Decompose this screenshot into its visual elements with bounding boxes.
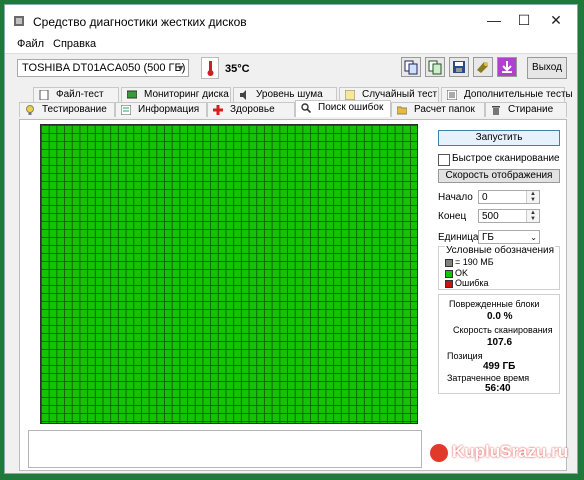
start-label: Начало	[438, 192, 473, 203]
display-speed-button[interactable]: Скорость отображения	[438, 169, 560, 183]
legend-title: Условные обозначения	[445, 245, 556, 256]
tab-testing[interactable]: Тестирование	[19, 102, 115, 117]
file-icon	[39, 90, 49, 100]
menu-file[interactable]: Файл	[17, 38, 44, 50]
copy-all-icon[interactable]	[425, 57, 445, 77]
tab-error-scan[interactable]: Поиск ошибок	[295, 100, 391, 117]
legend-box: Условные обозначения = 190 МБ OK Ошибка	[438, 245, 560, 290]
unit-label: Единица	[438, 232, 479, 243]
drive-select[interactable]: TOSHIBA DT01ACA050 (500 ГБ) ▼	[17, 59, 189, 77]
exit-button[interactable]: Выход	[527, 57, 567, 79]
chevron-down-icon: ▼	[176, 63, 185, 73]
watermark-logo-icon	[430, 443, 448, 462]
download-icon[interactable]	[497, 57, 517, 77]
thermometer-icon	[201, 57, 219, 79]
block-swatch	[445, 258, 453, 267]
temperature-value: 35°C	[225, 63, 250, 75]
drive-select-value: TOSHIBA DT01ACA050 (500 ГБ)	[22, 62, 186, 74]
tab-file-test[interactable]: Файл-тест	[33, 87, 119, 102]
tab-disk-monitoring[interactable]: Мониторинг диска	[121, 87, 231, 102]
maximize-button[interactable]: ☐	[509, 7, 539, 33]
speaker-icon	[240, 90, 246, 100]
spin-arrows-icon[interactable]: ▲ ▼	[526, 210, 539, 222]
app-icon	[14, 16, 24, 26]
start-button[interactable]: Запустить	[438, 130, 560, 146]
menu-help[interactable]: Справка	[53, 38, 96, 50]
position-label: Позиция	[447, 351, 483, 361]
tab-folder-calc[interactable]: Расчет папок	[391, 102, 485, 117]
legend-error: Ошибка	[445, 278, 489, 288]
tab-erase[interactable]: Стирание	[485, 102, 567, 117]
trash-icon	[492, 106, 500, 115]
unit-select[interactable]: ГБ ⌄	[478, 230, 540, 244]
tests-icon	[447, 90, 457, 100]
log-box[interactable]	[28, 430, 422, 468]
scan-speed-label: Скорость сканирования	[453, 325, 553, 335]
folder-icon	[397, 106, 407, 115]
surface-scan-grid	[40, 124, 418, 424]
toolbar: TOSHIBA DT01ACA050 (500 ГБ) ▼ 35°C Выход	[5, 53, 577, 85]
legend-block-size: = 190 МБ	[445, 257, 494, 267]
random-icon	[345, 90, 355, 100]
tab-health[interactable]: Здоровье	[207, 102, 295, 117]
tab-extra-tests[interactable]: Дополнительные тесты	[441, 87, 573, 102]
monitor-icon	[127, 90, 137, 99]
bulb-icon	[26, 105, 34, 115]
quick-scan-checkbox[interactable]	[438, 154, 450, 166]
damaged-blocks-value: 0.0 %	[487, 311, 513, 322]
health-cross-icon	[213, 105, 223, 115]
copy-icon[interactable]	[401, 57, 421, 77]
end-label: Конец	[438, 211, 467, 222]
close-button[interactable]: ✕	[541, 7, 571, 33]
tab-info[interactable]: Информация	[115, 102, 207, 117]
start-input[interactable]: 0 ▲ ▼	[478, 190, 540, 204]
spin-arrows-icon[interactable]: ▲ ▼	[526, 191, 539, 203]
watermark: KupluSrazu.ru	[430, 442, 568, 462]
menu-bar: Файл Справка	[5, 35, 577, 54]
elapsed-time-label: Затраченное время	[447, 373, 530, 383]
save-icon[interactable]	[449, 57, 469, 77]
scan-stats-box: Поврежденные блоки 0.0 % Скорость сканир…	[438, 294, 560, 394]
legend-ok: OK	[445, 268, 468, 278]
options-icon[interactable]	[473, 57, 493, 77]
tab-strip: Файл-тест Мониторинг диска Уровень шума …	[19, 85, 573, 119]
end-input[interactable]: 500 ▲ ▼	[478, 209, 540, 223]
position-value: 499 ГБ	[483, 361, 516, 372]
ok-swatch	[445, 269, 453, 278]
window-title: Средство диагностики жестких дисков	[33, 15, 247, 29]
info-icon	[121, 105, 131, 115]
error-scan-panel: Запустить Быстрое сканирование Скорость …	[19, 119, 567, 471]
elapsed-time-value: 56:40	[485, 383, 511, 394]
app-window: Средство диагностики жестких дисков — ☐ …	[4, 4, 578, 474]
error-swatch	[445, 279, 453, 288]
quick-scan-label: Быстрое сканирование	[452, 153, 560, 164]
minimize-button[interactable]: —	[479, 7, 509, 33]
title-bar: Средство диагностики жестких дисков — ☐ …	[5, 5, 577, 35]
scan-speed-value: 107.6	[487, 337, 513, 348]
damaged-blocks-label: Поврежденные блоки	[449, 299, 540, 309]
chevron-down-icon: ⌄	[530, 233, 537, 242]
magnifier-icon	[301, 103, 311, 113]
